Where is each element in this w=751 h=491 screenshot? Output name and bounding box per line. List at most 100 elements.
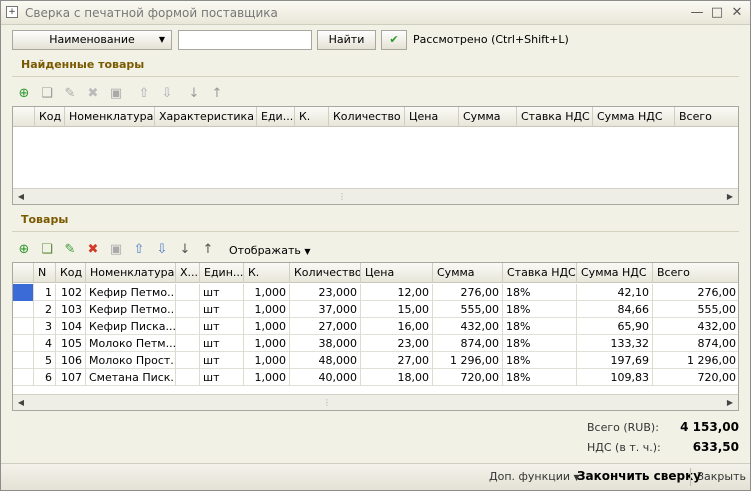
move-up-icon[interactable]: ⇧: [136, 86, 152, 102]
delete-icon[interactable]: ✖: [85, 86, 101, 102]
column-header[interactable]: Номенклатура: [86, 263, 176, 283]
move-down-icon[interactable]: ⇩: [154, 242, 170, 258]
more-functions-menu[interactable]: Доп. функции ▼: [489, 470, 580, 483]
table-cell[interactable]: 197,69: [577, 352, 653, 369]
add-icon[interactable]: ⊕: [16, 86, 32, 102]
table-cell[interactable]: Сметана Писк...: [86, 369, 176, 386]
table-cell[interactable]: 874,00: [433, 335, 503, 352]
table-cell[interactable]: 874,00: [653, 335, 738, 352]
table-cell[interactable]: [176, 369, 200, 386]
table-cell[interactable]: 1,000: [244, 335, 290, 352]
goods-table[interactable]: N Код Номенклатура Х... Един... К. Колич…: [12, 262, 739, 411]
column-header[interactable]: Сумма НДС: [577, 263, 653, 283]
row-selector[interactable]: [13, 284, 34, 301]
table-cell[interactable]: 15,00: [361, 301, 433, 318]
sort-desc-icon[interactable]: ↑: [200, 242, 216, 258]
copy-icon[interactable]: ❏: [39, 242, 55, 258]
table-cell[interactable]: 18%: [503, 335, 577, 352]
table-cell[interactable]: 1,000: [244, 318, 290, 335]
table-cell[interactable]: 109,83: [577, 369, 653, 386]
column-header[interactable]: Цена: [405, 107, 459, 127]
move-up-icon[interactable]: ⇧: [131, 242, 147, 258]
edit-icon[interactable]: ✎: [62, 86, 78, 102]
column-header[interactable]: К.: [295, 107, 329, 127]
row-selector[interactable]: [13, 318, 34, 335]
table-cell[interactable]: 555,00: [653, 301, 738, 318]
table-cell[interactable]: 27,000: [290, 318, 361, 335]
column-header[interactable]: Код: [35, 107, 65, 127]
search-field-select[interactable]: Наименование ▼: [12, 30, 172, 50]
table-cell[interactable]: шт: [200, 301, 244, 318]
table-cell[interactable]: Кефир Петмо...: [86, 284, 176, 301]
edit-icon[interactable]: ✎: [62, 242, 78, 258]
column-header[interactable]: Ставка НДС: [503, 263, 577, 283]
column-header[interactable]: Всего: [675, 107, 738, 127]
table-cell[interactable]: 65,90: [577, 318, 653, 335]
scroll-right-icon[interactable]: ▶: [722, 189, 738, 204]
table-cell[interactable]: Молоко Прост...: [86, 352, 176, 369]
table-cell[interactable]: 18,00: [361, 369, 433, 386]
table-cell[interactable]: 107: [56, 369, 86, 386]
table-cell[interactable]: шт: [200, 352, 244, 369]
table-cell[interactable]: 106: [56, 352, 86, 369]
horizontal-scrollbar[interactable]: ◀ ⋮ ▶: [13, 394, 738, 410]
table-cell[interactable]: 23,00: [361, 335, 433, 352]
row-selector[interactable]: [13, 335, 34, 352]
finish-reconciliation-button[interactable]: Закончить сверку: [577, 469, 701, 483]
row-selector[interactable]: [13, 301, 34, 318]
table-cell[interactable]: 16,00: [361, 318, 433, 335]
table-cell[interactable]: 23,000: [290, 284, 361, 301]
display-menu[interactable]: Отображать ▼: [229, 244, 311, 257]
table-cell[interactable]: 42,10: [577, 284, 653, 301]
close-icon[interactable]: ✕: [729, 5, 745, 21]
column-header[interactable]: Номенклатура: [65, 107, 155, 127]
row-selector[interactable]: [13, 369, 34, 386]
table-cell[interactable]: 38,000: [290, 335, 361, 352]
column-header[interactable]: Сумма НДС: [593, 107, 675, 127]
table-cell[interactable]: 18%: [503, 284, 577, 301]
table-cell[interactable]: 18%: [503, 301, 577, 318]
table-cell[interactable]: 432,00: [433, 318, 503, 335]
sort-asc-icon[interactable]: ↓: [186, 86, 202, 102]
table-cell[interactable]: [176, 284, 200, 301]
table-row[interactable]: 2 103 Кефир Петмо... шт 1,000 37,000 15,00 555,…: [13, 301, 738, 318]
reviewed-check-icon[interactable]: ✔: [381, 30, 407, 50]
minimize-icon[interactable]: —: [689, 5, 705, 21]
column-header[interactable]: Количество: [290, 263, 361, 283]
table-cell[interactable]: 105: [56, 335, 86, 352]
table-cell[interactable]: 18%: [503, 318, 577, 335]
table-cell[interactable]: 1: [34, 284, 56, 301]
table-cell[interactable]: шт: [200, 369, 244, 386]
reviewed-label[interactable]: Рассмотрено (Ctrl+Shift+L): [413, 33, 569, 46]
find-button[interactable]: Найти: [317, 30, 376, 50]
table-cell[interactable]: 2: [34, 301, 56, 318]
table-row[interactable]: 3 104 Кефир Писка... шт 1,000 27,000 16,00 432,…: [13, 318, 738, 335]
table-cell[interactable]: шт: [200, 318, 244, 335]
column-header[interactable]: Един...: [200, 263, 244, 283]
table-cell[interactable]: 4: [34, 335, 56, 352]
table-cell[interactable]: 276,00: [433, 284, 503, 301]
scroll-left-icon[interactable]: ◀: [13, 395, 29, 410]
column-header[interactable]: Цена: [361, 263, 433, 283]
table-cell[interactable]: [176, 318, 200, 335]
table-cell[interactable]: шт: [200, 284, 244, 301]
horizontal-scrollbar[interactable]: ◀ ⋮ ▶: [13, 188, 738, 204]
table-cell[interactable]: 720,00: [433, 369, 503, 386]
save-icon[interactable]: ▣: [108, 86, 124, 102]
table-cell[interactable]: 276,00: [653, 284, 738, 301]
sort-asc-icon[interactable]: ↓: [177, 242, 193, 258]
table-cell[interactable]: 18%: [503, 369, 577, 386]
table-cell[interactable]: 12,00: [361, 284, 433, 301]
table-cell[interactable]: [176, 301, 200, 318]
table-cell[interactable]: 133,32: [577, 335, 653, 352]
column-header[interactable]: Код: [56, 263, 86, 283]
table-cell[interactable]: 1,000: [244, 284, 290, 301]
table-cell[interactable]: 5: [34, 352, 56, 369]
copy-icon[interactable]: ❏: [39, 86, 55, 102]
move-down-icon[interactable]: ⇩: [159, 86, 175, 102]
column-header[interactable]: Ставка НДС: [517, 107, 593, 127]
column-header[interactable]: N: [34, 263, 56, 283]
table-row[interactable]: 5 106 Молоко Прост... шт 1,000 48,000 27,00 1 2…: [13, 352, 738, 369]
column-header[interactable]: Всего: [653, 263, 738, 283]
maximize-icon[interactable]: □: [709, 5, 725, 21]
